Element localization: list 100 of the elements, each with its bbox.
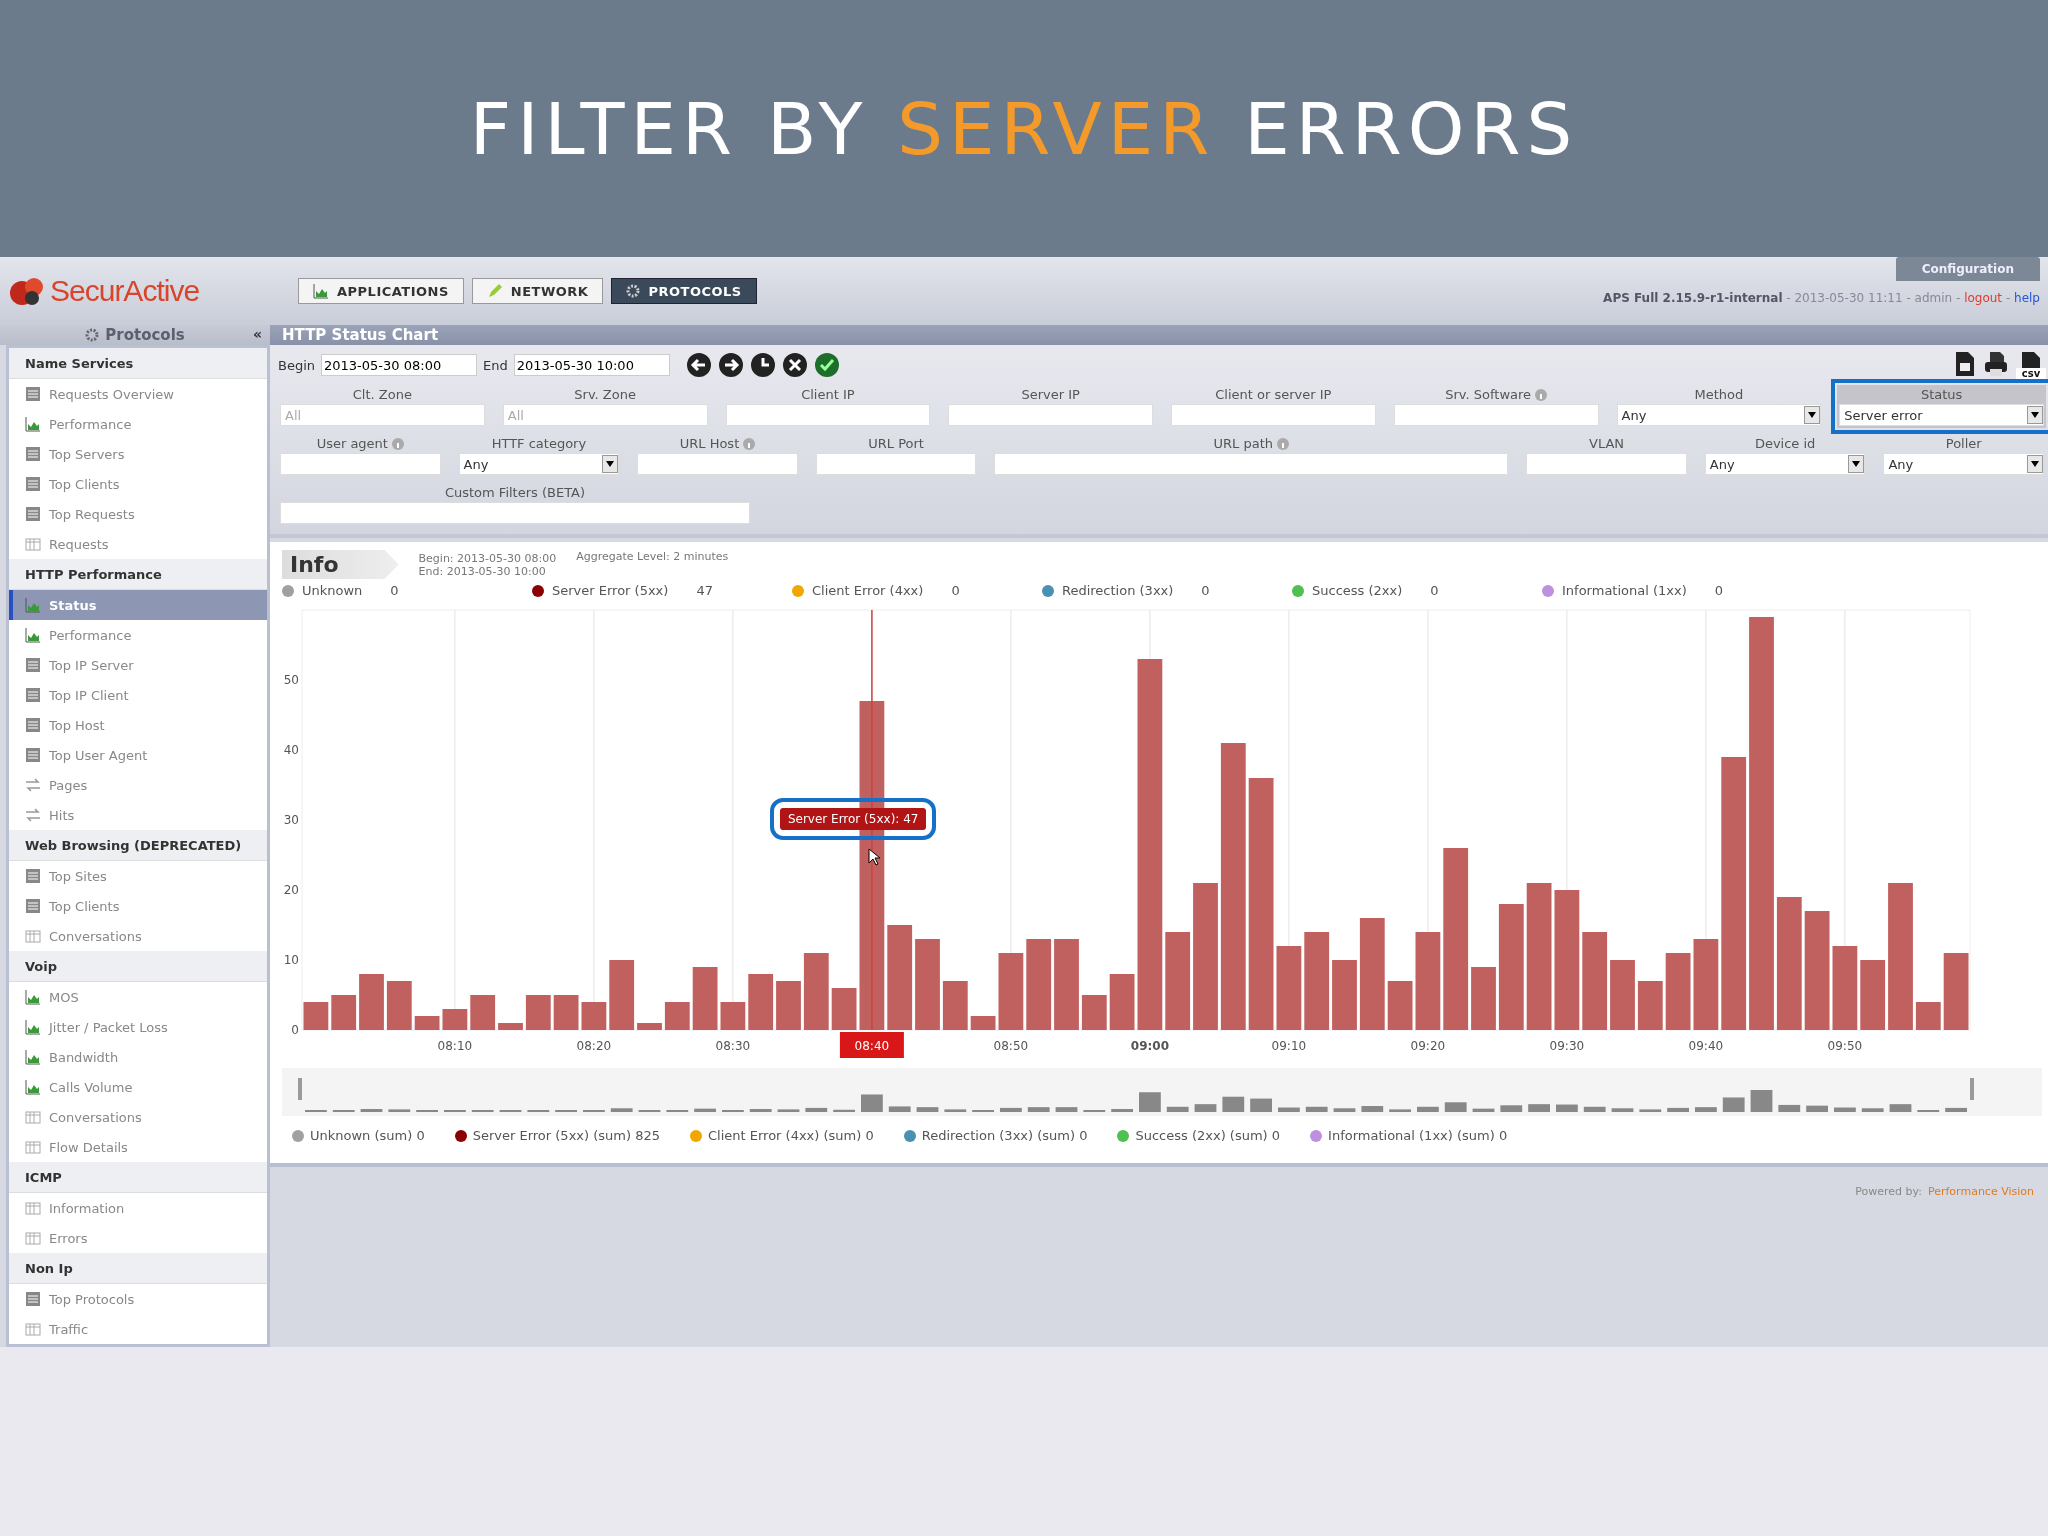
bar[interactable]: [1693, 939, 1719, 1030]
bar[interactable]: [887, 925, 913, 1030]
sidebar-item[interactable]: Top IP Server: [9, 650, 267, 680]
bar[interactable]: [803, 953, 829, 1030]
bar[interactable]: [1026, 939, 1052, 1030]
bar[interactable]: [553, 995, 579, 1030]
bar[interactable]: [1860, 960, 1886, 1030]
input-field[interactable]: [637, 453, 798, 475]
dropdown-field[interactable]: Any: [458, 453, 620, 475]
bar[interactable]: [525, 995, 551, 1030]
nav-tab[interactable]: NETWORK: [471, 278, 604, 304]
bar[interactable]: [970, 1016, 996, 1030]
bar[interactable]: [1776, 897, 1802, 1030]
sidebar-item[interactable]: Jitter / Packet Loss: [9, 1012, 267, 1042]
sidebar-item[interactable]: Calls Volume: [9, 1072, 267, 1102]
bar[interactable]: [1276, 946, 1302, 1030]
bar[interactable]: [1359, 918, 1385, 1030]
sidebar-item[interactable]: Performance: [9, 409, 267, 439]
input-field[interactable]: [725, 404, 931, 426]
input-field[interactable]: [815, 453, 977, 475]
sidebar-item[interactable]: Requests Overview: [9, 379, 267, 409]
dropdown-field[interactable]: Server error: [1839, 404, 2044, 426]
check-icon[interactable]: [813, 352, 840, 378]
bar[interactable]: [414, 1016, 440, 1030]
input-field[interactable]: [1171, 404, 1376, 426]
sidebar-item[interactable]: Requests: [9, 529, 267, 559]
input-field[interactable]: [948, 404, 1153, 426]
dropdown-field[interactable]: Any: [1704, 453, 1866, 475]
sidebar-item[interactable]: Traffic: [9, 1314, 267, 1344]
bar[interactable]: [1109, 974, 1135, 1030]
bar[interactable]: [581, 1002, 607, 1030]
sidebar-item[interactable]: Information: [9, 1193, 267, 1223]
bar[interactable]: [664, 1002, 690, 1030]
sidebar-item[interactable]: Hits: [9, 800, 267, 830]
bar[interactable]: [1165, 932, 1191, 1030]
bar[interactable]: [692, 967, 718, 1030]
bar[interactable]: [1248, 778, 1274, 1030]
sidebar-item[interactable]: Errors: [9, 1223, 267, 1253]
sidebar-item[interactable]: Top Requests: [9, 499, 267, 529]
dropdown-field[interactable]: Any: [1616, 404, 1822, 426]
footer-link[interactable]: Performance Vision: [1927, 1185, 2034, 1198]
bar[interactable]: [1804, 911, 1830, 1030]
bar[interactable]: [998, 953, 1024, 1030]
bar[interactable]: [331, 995, 357, 1030]
bar[interactable]: [1081, 995, 1107, 1030]
bar[interactable]: [1137, 659, 1163, 1030]
input-field[interactable]: [1393, 404, 1599, 426]
bar[interactable]: [470, 995, 496, 1030]
navigator-drawing[interactable]: [282, 1068, 2042, 1116]
sidebar-item[interactable]: Conversations: [9, 1102, 267, 1132]
bar[interactable]: [1498, 904, 1524, 1030]
bar[interactable]: [1637, 981, 1663, 1030]
combo-field[interactable]: All: [502, 404, 708, 426]
input-field[interactable]: [1526, 453, 1687, 475]
bar[interactable]: [1443, 848, 1469, 1030]
info-tab[interactable]: Info: [282, 550, 399, 579]
printer-icon[interactable]: [1984, 351, 2008, 377]
sidebar-item[interactable]: Status: [9, 590, 267, 620]
input-field[interactable]: [280, 453, 441, 475]
sidebar-item[interactable]: Top IP Client: [9, 680, 267, 710]
sidebar-item[interactable]: Top Clients: [9, 891, 267, 921]
bar[interactable]: [609, 960, 635, 1030]
end-field[interactable]: 2013-05-30 10:00: [513, 354, 670, 376]
sidebar-item[interactable]: Top Host: [9, 710, 267, 740]
bar[interactable]: [1554, 890, 1580, 1030]
bar[interactable]: [1582, 932, 1608, 1030]
input-field[interactable]: [280, 502, 750, 524]
bar[interactable]: [1832, 946, 1858, 1030]
bar[interactable]: [1665, 953, 1691, 1030]
bar[interactable]: [442, 1009, 468, 1030]
dropdown-field[interactable]: Any: [1883, 453, 2045, 475]
nav-tab[interactable]: APPLICATIONS: [298, 278, 464, 304]
bar[interactable]: [1220, 743, 1246, 1030]
bar[interactable]: [942, 981, 968, 1030]
sidebar-item[interactable]: Top User Agent: [9, 740, 267, 770]
bar[interactable]: [1304, 932, 1330, 1030]
bar[interactable]: [831, 988, 857, 1030]
bar[interactable]: [1943, 953, 1969, 1030]
bar[interactable]: [303, 1002, 329, 1030]
sidebar-item[interactable]: Performance: [9, 620, 267, 650]
bar[interactable]: [386, 981, 412, 1030]
bar[interactable]: [1721, 757, 1747, 1030]
sidebar-item[interactable]: Top Clients: [9, 469, 267, 499]
clock-icon[interactable]: [749, 352, 776, 378]
bar[interactable]: [748, 974, 774, 1030]
sidebar-item[interactable]: Flow Details: [9, 1132, 267, 1162]
bar[interactable]: [1526, 883, 1552, 1030]
close-icon[interactable]: [781, 352, 808, 378]
document-icon[interactable]: [1954, 351, 1976, 377]
collapse-button[interactable]: «: [252, 326, 262, 342]
bar[interactable]: [1415, 932, 1441, 1030]
sidebar-item[interactable]: Top Servers: [9, 439, 267, 469]
configuration-button[interactable]: Configuration: [1895, 257, 2040, 281]
sidebar-item[interactable]: Bandwidth: [9, 1042, 267, 1072]
nav-tab[interactable]: PROTOCOLS: [611, 278, 757, 304]
sidebar-item[interactable]: Top Protocols: [9, 1284, 267, 1314]
sidebar-item[interactable]: MOS: [9, 982, 267, 1012]
bar[interactable]: [1387, 981, 1413, 1030]
combo-field[interactable]: All: [280, 404, 485, 426]
sidebar-item[interactable]: Pages: [9, 770, 267, 800]
